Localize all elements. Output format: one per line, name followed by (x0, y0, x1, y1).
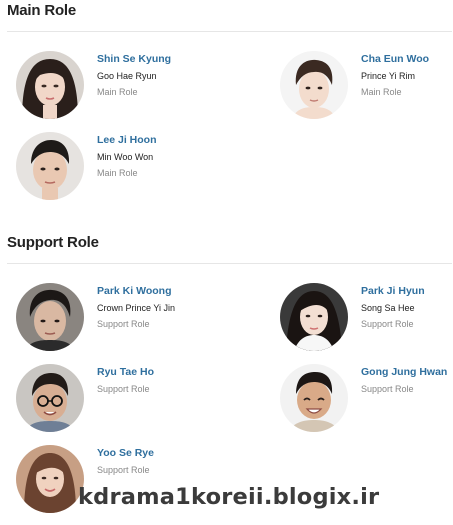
character-name: Song Sa Hee (361, 303, 415, 313)
cast-card-park-ji-hyun: Park Ji Hyun Song Sa Hee Support Role (280, 283, 453, 353)
main-role-heading: Main Role (7, 2, 77, 19)
actor-name-link[interactable]: Park Ji Hyun (361, 285, 425, 297)
actor-name-link[interactable]: Cha Eun Woo (361, 53, 429, 65)
role-label: Support Role (361, 384, 414, 394)
actress-portrait-icon[interactable] (16, 445, 84, 513)
role-label: Main Role (97, 87, 138, 97)
role-label: Support Role (97, 319, 150, 329)
actor-name-link[interactable]: Shin Se Kyung (97, 53, 171, 65)
support-role-heading: Support Role (7, 234, 99, 251)
actress-portrait-icon[interactable] (16, 51, 84, 119)
actor-portrait-icon[interactable] (280, 364, 348, 432)
role-label: Support Role (97, 465, 150, 475)
cast-card-park-ki-woong: Park Ki Woong Crown Prince Yi Jin Suppor… (16, 283, 216, 353)
role-label: Support Role (361, 319, 414, 329)
role-label: Main Role (97, 168, 138, 178)
actor-portrait-icon[interactable] (16, 364, 84, 432)
character-name: Crown Prince Yi Jin (97, 303, 176, 313)
cast-card-shin-se-kyung: Shin Se Kyung Goo Hae Ryun Main Role (16, 51, 216, 121)
role-label: Main Role (361, 87, 402, 97)
actor-name-link[interactable]: Gong Jung Hwan (361, 366, 447, 378)
support-role-divider (7, 263, 452, 264)
character-name: Goo Hae Ryun (97, 71, 157, 81)
actress-portrait-icon[interactable] (280, 283, 348, 351)
actor-portrait-icon[interactable] (16, 132, 84, 200)
character-name: Min Woo Won (97, 152, 154, 162)
actor-portrait-icon[interactable] (280, 51, 348, 119)
character-name: Prince Yi Rim (361, 71, 416, 81)
role-label: Support Role (97, 384, 150, 394)
actor-name-link[interactable]: Yoo Se Rye (97, 447, 154, 459)
cast-card-ryu-tae-ho: Ryu Tae Ho Support Role (16, 364, 216, 434)
actor-portrait-icon[interactable] (16, 283, 84, 351)
cast-card-gong-jung-hwan: Gong Jung Hwan Support Role (280, 364, 453, 434)
cast-card-cha-eun-woo: Cha Eun Woo Prince Yi Rim Main Role (280, 51, 453, 121)
actor-name-link[interactable]: Ryu Tae Ho (97, 366, 154, 378)
watermark-text: kdrama1koreii.blogix.ir (78, 484, 380, 510)
cast-card-lee-ji-hoon: Lee Ji Hoon Min Woo Won Main Role (16, 132, 216, 202)
actor-name-link[interactable]: Lee Ji Hoon (97, 134, 157, 146)
main-role-divider (7, 31, 452, 32)
actor-name-link[interactable]: Park Ki Woong (97, 285, 171, 297)
